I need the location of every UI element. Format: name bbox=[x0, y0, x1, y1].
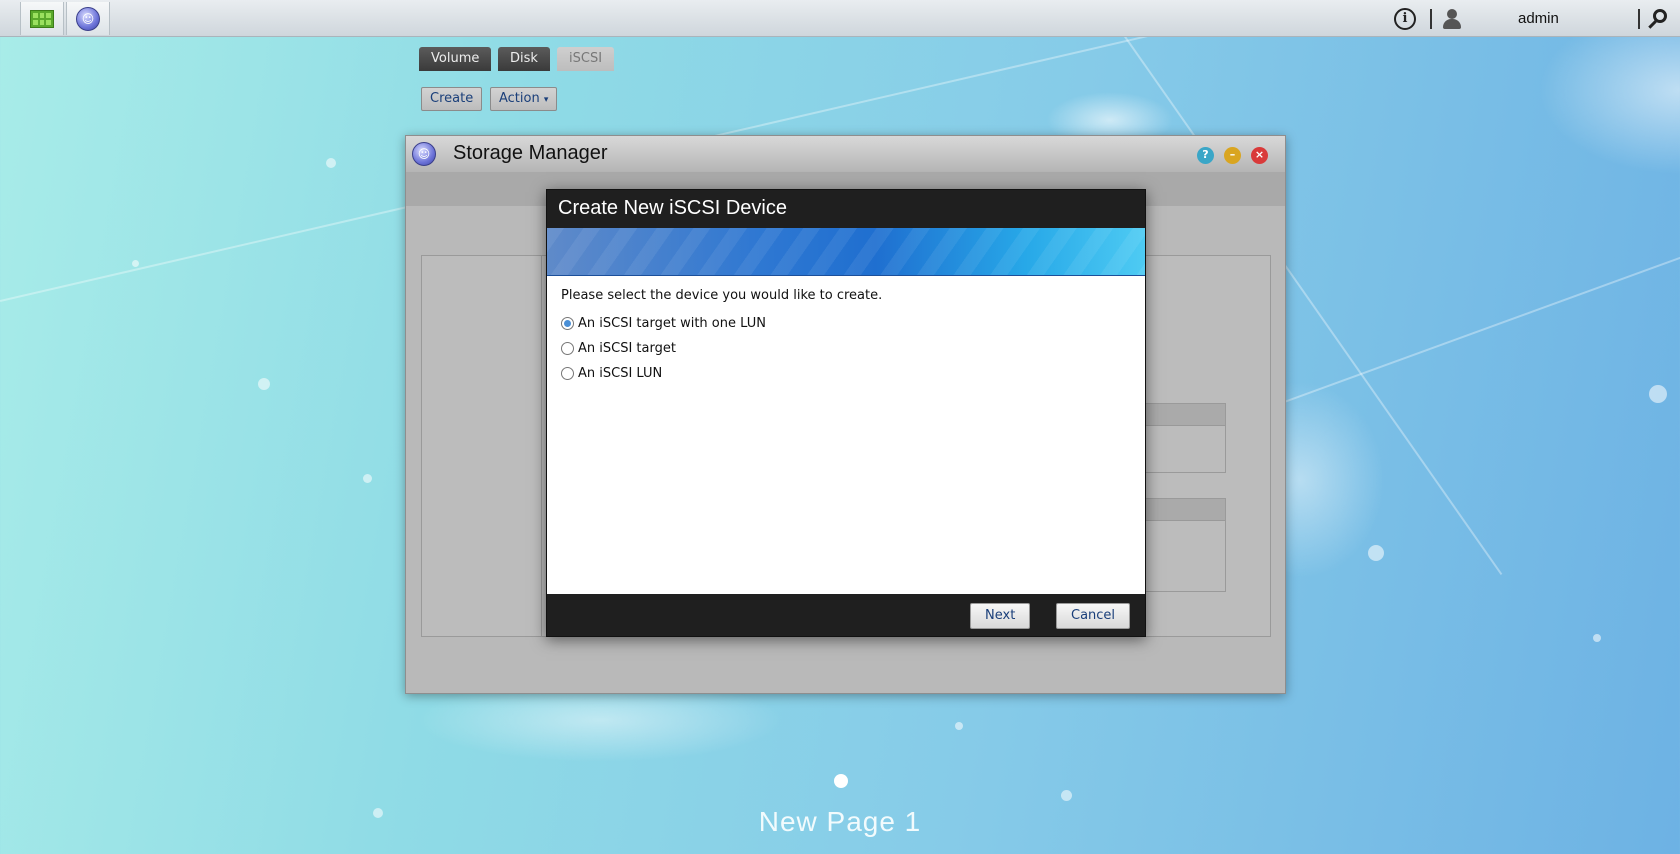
tab-iscsi[interactable]: iSCSI bbox=[557, 47, 615, 71]
device-list-panel bbox=[421, 255, 542, 637]
background-bokeh bbox=[363, 474, 372, 483]
toolbar-divider bbox=[1430, 8, 1432, 29]
tab-volume[interactable]: Volume bbox=[419, 47, 492, 71]
user-menu[interactable]: admin bbox=[1518, 0, 1559, 37]
details-header bbox=[1141, 404, 1225, 426]
background-bokeh bbox=[1649, 385, 1667, 403]
option-lun[interactable]: An iSCSI LUN bbox=[561, 361, 1131, 386]
user-icon bbox=[1441, 8, 1463, 30]
radio-button[interactable] bbox=[561, 317, 574, 330]
option-target-with-lun[interactable]: An iSCSI target with one LUN bbox=[561, 311, 1131, 336]
radio-button[interactable] bbox=[561, 367, 574, 380]
storage-manager-icon: ☺ bbox=[412, 142, 436, 166]
info-button[interactable]: i bbox=[1394, 0, 1416, 37]
option-label: An iSCSI target with one LUN bbox=[578, 316, 766, 331]
cancel-button[interactable]: Cancel bbox=[1056, 603, 1131, 629]
close-icon[interactable]: × bbox=[1251, 147, 1268, 164]
help-icon[interactable]: ? bbox=[1197, 147, 1214, 164]
toolbar-divider bbox=[1638, 8, 1640, 29]
background-bokeh bbox=[955, 722, 963, 730]
dialog-prompt: Please select the device you would like … bbox=[561, 288, 883, 303]
dialog-banner bbox=[547, 228, 1145, 276]
create-button[interactable]: Create bbox=[421, 87, 483, 111]
storage-manager-icon: ☺ bbox=[76, 6, 100, 31]
lun-header bbox=[1141, 499, 1225, 521]
radio-button[interactable] bbox=[561, 342, 574, 355]
page-indicator-dot[interactable] bbox=[834, 774, 848, 788]
taskbar-app-main-menu[interactable] bbox=[20, 2, 64, 35]
lun-panel bbox=[1140, 498, 1226, 592]
dialog-footer: Next Cancel bbox=[547, 594, 1145, 636]
background-bokeh bbox=[258, 378, 270, 390]
dialog-title: Create New iSCSI Device bbox=[558, 197, 787, 219]
option-label: An iSCSI target bbox=[578, 341, 676, 356]
search-icon bbox=[1646, 7, 1670, 31]
option-label: An iSCSI LUN bbox=[578, 366, 663, 381]
user-menu-button[interactable] bbox=[1441, 0, 1463, 37]
minimize-icon[interactable]: – bbox=[1224, 147, 1241, 164]
desktop-page-label: New Page 1 bbox=[758, 806, 922, 837]
action-label: Action bbox=[499, 91, 540, 106]
details-panel bbox=[1140, 403, 1226, 473]
background-bokeh bbox=[373, 808, 383, 818]
background-bokeh bbox=[1061, 790, 1072, 801]
window-title: Storage Manager bbox=[453, 142, 608, 164]
search-button[interactable] bbox=[1646, 0, 1670, 37]
create-iscsi-dialog: Create New iSCSI Device Please select th… bbox=[546, 189, 1146, 637]
username-label: admin bbox=[1518, 10, 1559, 27]
background-bokeh bbox=[1593, 634, 1601, 642]
tab-disk[interactable]: Disk bbox=[498, 47, 550, 71]
info-icon: i bbox=[1394, 7, 1416, 30]
background-bokeh bbox=[132, 260, 139, 267]
background-bokeh bbox=[326, 158, 336, 168]
taskbar-app-storage-manager[interactable]: ☺ bbox=[66, 2, 110, 35]
background-bokeh bbox=[1368, 545, 1384, 561]
next-button[interactable]: Next bbox=[970, 603, 1031, 629]
window-titlebar[interactable]: ☺ Storage Manager ? – × bbox=[406, 136, 1285, 172]
dialog-titlebar[interactable]: Create New iSCSI Device bbox=[547, 190, 1145, 228]
chevron-down-icon: ▾ bbox=[543, 95, 549, 105]
top-taskbar: ☺ i admin bbox=[0, 0, 1680, 37]
dialog-body: Please select the device you would like … bbox=[561, 288, 1131, 386]
option-target[interactable]: An iSCSI target bbox=[561, 336, 1131, 361]
action-dropdown[interactable]: Action ▾ bbox=[490, 87, 558, 111]
app-grid-icon bbox=[30, 9, 54, 28]
